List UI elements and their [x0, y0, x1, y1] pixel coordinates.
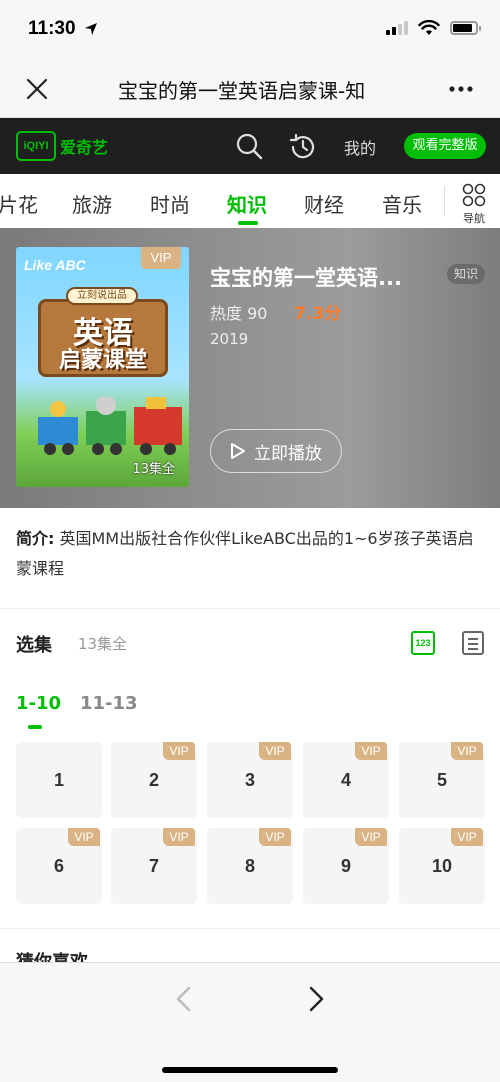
vip-badge: VIP	[163, 828, 195, 846]
cellular-signal-icon	[386, 21, 408, 35]
episode-cell[interactable]: 9 VIP	[303, 828, 389, 904]
page-title: 宝宝的第一堂英语启蒙课-知	[118, 79, 366, 103]
recommend-title: 猜你喜欢	[16, 948, 88, 962]
vip-badge: VIP	[451, 742, 483, 760]
location-arrow-icon	[85, 23, 97, 35]
episode-number: 7	[148, 856, 159, 876]
video-hero: Like ABC VIP 英语 启蒙课堂 立刻说出品 13集全 宝宝的第一堂英语…	[0, 228, 500, 508]
episode-number: 6	[53, 856, 64, 876]
poster-vip-badge: VIP	[141, 247, 181, 269]
category-tabs: 片花 旅游 时尚 知识 财经 音乐 导航	[0, 174, 500, 228]
rating-score: 7.3分	[294, 304, 342, 324]
play-now-label: 立即播放	[254, 443, 322, 464]
browser-toolbar	[0, 962, 500, 1082]
divider	[0, 608, 500, 609]
iqiyi-logo[interactable]: iQIYI	[16, 131, 56, 161]
status-icons	[386, 20, 481, 36]
play-now-button[interactable]: 立即播放	[210, 429, 342, 473]
more-icon[interactable]	[446, 74, 476, 104]
episode-cell[interactable]: 7 VIP	[111, 828, 197, 904]
poster-episode-count: 13集全	[132, 462, 175, 477]
vip-badge: VIP	[163, 742, 195, 760]
forward-icon[interactable]	[304, 985, 328, 1013]
episode-cell[interactable]: 10 VIP	[399, 828, 485, 904]
episode-number: 4	[340, 770, 351, 790]
home-indicator	[162, 1067, 338, 1073]
history-icon[interactable]	[288, 132, 318, 162]
episode-number: 10	[431, 856, 453, 876]
train-illustration	[38, 397, 182, 455]
vip-badge: VIP	[259, 742, 291, 760]
episode-number: 1	[53, 770, 64, 790]
search-icon[interactable]	[235, 132, 263, 160]
range-tab-11-13[interactable]: 11-13	[80, 693, 138, 714]
grid-dots-icon	[462, 183, 486, 207]
popularity: 热度 90	[210, 304, 268, 323]
close-icon[interactable]	[22, 74, 52, 104]
battery-level	[453, 24, 472, 32]
tab-divider	[444, 186, 445, 216]
episode-number: 3	[244, 770, 255, 790]
description: 简介: 英国MM出版社合作伙伴LikeABC出品的1~6岁孩子英语启蒙课程	[16, 524, 486, 584]
episode-number: 8	[244, 856, 255, 876]
brand-name[interactable]: 爱奇艺	[60, 134, 108, 158]
video-title: 宝宝的第一堂英语...	[210, 266, 402, 290]
episode-cell[interactable]: 6 VIP	[16, 828, 102, 904]
tab-knowledge[interactable]: 知识	[227, 189, 267, 218]
poster-title-line2: 启蒙课堂	[58, 348, 147, 373]
episode-cell[interactable]: 5 VIP	[399, 742, 485, 818]
episode-number: 9	[340, 856, 351, 876]
description-text: 英国MM出版社合作伙伴LikeABC出品的1~6岁孩子英语启蒙课程	[16, 529, 474, 578]
wifi-icon	[418, 20, 440, 35]
episodes-count: 13集全	[78, 635, 128, 653]
nav-menu-label: 导航	[463, 212, 485, 225]
active-tab-indicator	[238, 221, 258, 225]
play-icon	[231, 443, 245, 459]
back-icon[interactable]	[172, 985, 196, 1013]
vip-badge: VIP	[451, 828, 483, 846]
mine-link[interactable]: 我的	[344, 135, 376, 159]
poster-sign: 英语 启蒙课堂	[38, 299, 168, 377]
nav-menu-button[interactable]: 导航	[456, 182, 492, 226]
battery-icon	[450, 21, 481, 35]
category-badge: 知识	[447, 264, 486, 284]
range-tab-1-10[interactable]: 1-10	[16, 693, 61, 714]
episode-cell[interactable]: 8 VIP	[207, 828, 293, 904]
tab-trailer[interactable]: 片花	[0, 189, 38, 218]
poster-producer: 立刻说出品	[66, 287, 138, 305]
vip-badge: VIP	[68, 828, 100, 846]
grid-view-icon[interactable]: 123	[411, 631, 435, 655]
episode-number: 5	[436, 770, 447, 790]
app-header: iQIYI 爱奇艺 我的 观看完整版	[0, 118, 500, 174]
status-time: 11:30	[28, 18, 76, 39]
vip-badge: VIP	[259, 828, 291, 846]
list-view-icon[interactable]	[462, 631, 484, 655]
release-year: 2019	[210, 330, 249, 348]
tab-travel[interactable]: 旅游	[72, 189, 112, 218]
vip-badge: VIP	[355, 828, 387, 846]
tab-finance[interactable]: 财经	[304, 189, 344, 218]
episode-cell[interactable]: 3 VIP	[207, 742, 293, 818]
video-poster[interactable]: Like ABC VIP 英语 启蒙课堂 立刻说出品 13集全	[16, 247, 189, 487]
status-bar: 11:30	[0, 0, 500, 60]
episode-number: 2	[148, 770, 159, 790]
vip-badge: VIP	[355, 742, 387, 760]
watch-full-button[interactable]: 观看完整版	[404, 133, 486, 159]
divider	[0, 928, 500, 929]
episode-cell[interactable]: 1	[16, 742, 102, 818]
nav-bar: 宝宝的第一堂英语启蒙课-知	[0, 60, 500, 118]
episodes-title: 选集	[16, 635, 52, 656]
poster-brand: Like ABC	[24, 257, 86, 273]
active-range-indicator	[28, 725, 42, 729]
tab-fashion[interactable]: 时尚	[150, 189, 190, 218]
tab-music[interactable]: 音乐	[382, 189, 422, 218]
episode-cell[interactable]: 2 VIP	[111, 742, 197, 818]
episode-cell[interactable]: 4 VIP	[303, 742, 389, 818]
description-label: 简介:	[16, 529, 55, 548]
